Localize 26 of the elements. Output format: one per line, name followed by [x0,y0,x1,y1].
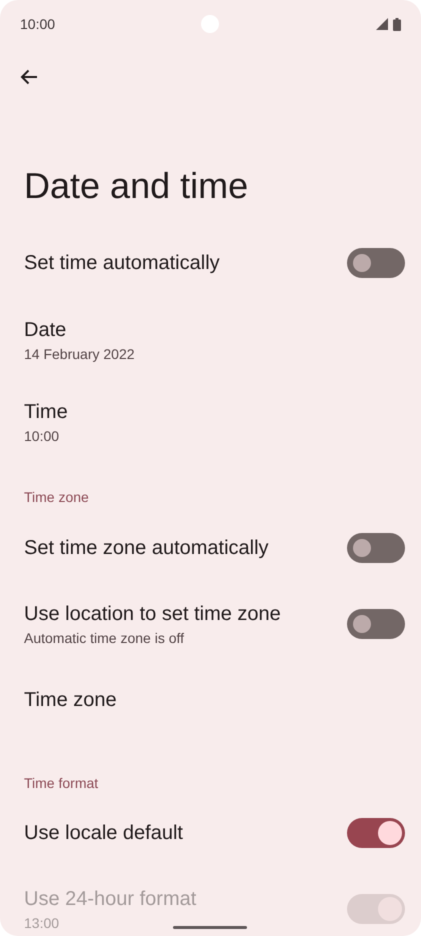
item-title: Set time automatically [24,252,220,274]
signal-icon [376,18,388,30]
item-title: Time zone [24,688,117,712]
settings-item[interactable]: Date 14 February 2022 [0,299,421,381]
item-subtitle: 14 February 2022 [24,346,135,362]
toggle-switch[interactable] [347,533,405,563]
battery-icon [393,18,401,30]
page-title: Date and time [23,164,250,208]
toggle-switch[interactable] [347,248,405,278]
item-title: Date [24,318,66,342]
toggle-switch[interactable] [347,818,405,848]
status-time: 10:00 [20,16,56,32]
section-header: Time format [24,775,98,791]
item-subtitle: Automatic time zone is off [24,630,184,646]
settings-item[interactable]: Time zone [0,664,421,736]
section-header: Time zone [24,489,89,505]
item-title: Use 24-hour format [24,888,196,910]
item-subtitle: 13:00 [24,914,60,930]
item-title: Time [24,400,68,424]
back-arrow-icon [20,69,38,85]
item-title: Use locale default [24,822,183,844]
item-title: Use location to set time zone [24,602,281,626]
item-subtitle: 10:00 [24,428,60,444]
toggle-switch[interactable] [347,609,405,639]
item-title: Set time zone automatically [24,536,269,560]
settings-item[interactable]: Time 10:00 [0,381,421,463]
